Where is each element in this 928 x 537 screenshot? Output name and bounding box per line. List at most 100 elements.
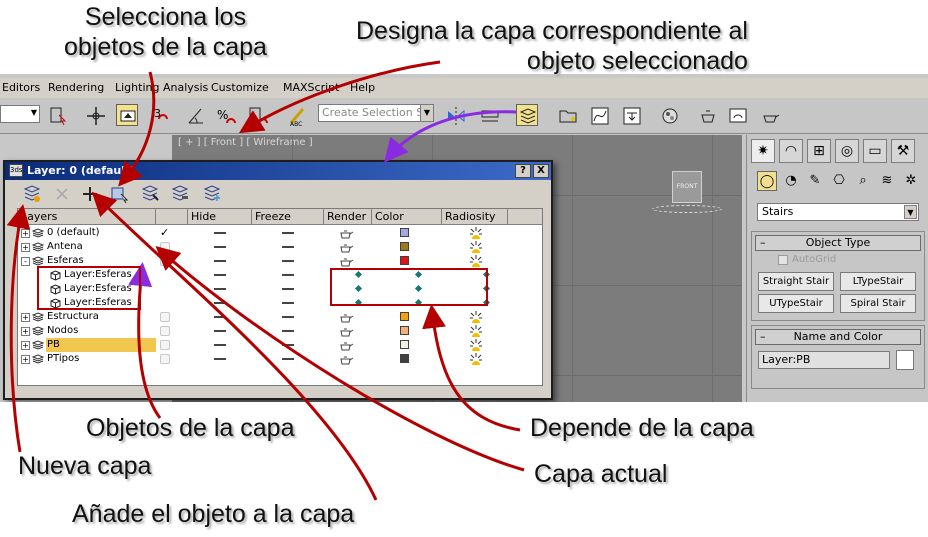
hierarchy-icon[interactable]: ⊞ xyxy=(807,139,831,163)
hide-toggle[interactable] xyxy=(214,232,226,234)
object-color-swatch[interactable] xyxy=(896,350,914,370)
chevron-down-icon[interactable]: ▼ xyxy=(420,105,433,121)
by-layer-dot[interactable] xyxy=(414,284,423,293)
viewcube-ring[interactable] xyxy=(652,205,722,213)
delete-layer-icon[interactable] xyxy=(51,184,73,204)
viewcube[interactable]: FRONT xyxy=(672,171,702,203)
by-layer-dot[interactable] xyxy=(354,270,363,279)
layer-color-swatch[interactable] xyxy=(400,242,409,251)
object-category-dropdown[interactable]: Stairs ▼ xyxy=(757,203,919,221)
layer-color-swatch[interactable] xyxy=(400,312,409,321)
straight-stair-button[interactable]: Straight Stair xyxy=(758,272,834,291)
layer-row-pb[interactable]: + PB xyxy=(18,338,542,352)
current-layer-checkbox[interactable] xyxy=(160,256,170,266)
hide-toggle[interactable] xyxy=(214,344,226,346)
object-name-field[interactable]: Layer:PB xyxy=(758,351,890,369)
col-current[interactable] xyxy=(156,209,188,225)
by-layer-dot[interactable] xyxy=(414,298,423,307)
move-icon[interactable] xyxy=(84,104,106,126)
layer-row-nodos[interactable]: + Nodos xyxy=(18,324,542,338)
col-hide[interactable]: Hide xyxy=(188,209,252,225)
layer-name[interactable]: Esferas xyxy=(46,254,156,268)
chevron-down-icon[interactable]: ▼ xyxy=(904,205,917,219)
name-color-header[interactable]: – Name and Color xyxy=(755,329,921,345)
highlight-layer-icon[interactable] xyxy=(139,184,161,204)
menu-lighting-analysis[interactable]: Lighting Analysis xyxy=(115,81,208,94)
hide-toggle[interactable] xyxy=(214,330,226,332)
layer-name[interactable]: PB xyxy=(46,338,156,352)
menu-help[interactable]: Help xyxy=(350,81,375,94)
layer-name[interactable]: Estructura xyxy=(46,310,156,324)
freeze-toggle[interactable] xyxy=(282,344,294,346)
shapes-icon[interactable]: ◔ xyxy=(781,171,801,191)
menu-maxscript[interactable]: MAXScript xyxy=(283,81,339,94)
help-button[interactable]: ? xyxy=(515,164,531,178)
layer-color-swatch[interactable] xyxy=(400,340,409,349)
open-explorer-icon[interactable] xyxy=(556,104,578,126)
rendered-frame-icon[interactable] xyxy=(726,104,748,126)
layer-color-swatch[interactable] xyxy=(400,326,409,335)
object-type-header[interactable]: – Object Type xyxy=(755,235,921,251)
freeze-toggle[interactable] xyxy=(282,274,294,276)
radiosity-icon[interactable] xyxy=(468,352,484,366)
angle-snap-icon[interactable] xyxy=(184,104,206,126)
layer-row-esferas[interactable]: - Esferas xyxy=(18,254,542,268)
by-layer-dot[interactable] xyxy=(414,270,423,279)
freeze-toggle[interactable] xyxy=(282,232,294,234)
close-button[interactable]: X xyxy=(533,164,549,178)
teapot-icon[interactable] xyxy=(338,311,354,323)
render-setup-icon[interactable] xyxy=(696,104,718,126)
create-icon[interactable]: ✷ xyxy=(751,139,775,163)
object-name[interactable]: Layer:Esferas xyxy=(64,282,132,296)
col-layers[interactable]: Layers xyxy=(18,209,156,225)
hide-toggle[interactable] xyxy=(214,302,226,304)
current-layer-checkbox[interactable] xyxy=(160,340,170,350)
schematic-view-icon[interactable] xyxy=(620,104,642,126)
expand-toggle[interactable]: + xyxy=(21,313,30,322)
layer-row-default[interactable]: + 0 (default) ✓ xyxy=(18,226,542,240)
named-selection-set-input[interactable]: Create Selection Se ▼ xyxy=(318,104,434,122)
snap-toggle-icon[interactable] xyxy=(116,104,138,126)
by-layer-dot[interactable] xyxy=(482,298,491,307)
layer-row-estructura[interactable]: + Estructura xyxy=(18,310,542,324)
edit-named-selection-icon[interactable]: ABC xyxy=(286,104,308,128)
radiosity-icon[interactable] xyxy=(468,240,484,254)
ltype-stair-button[interactable]: LTypeStair xyxy=(840,272,916,291)
percent-snap-icon[interactable]: % xyxy=(214,104,236,126)
teapot-icon[interactable] xyxy=(338,255,354,267)
expand-toggle[interactable]: + xyxy=(21,243,30,252)
object-row[interactable]: Layer:Esferas xyxy=(18,296,542,310)
col-color[interactable]: Color xyxy=(372,209,442,225)
collapse-toggle[interactable]: - xyxy=(21,257,30,266)
mirror-icon[interactable] xyxy=(444,104,466,126)
radiosity-icon[interactable] xyxy=(468,310,484,324)
utilities-icon[interactable]: ⚒ xyxy=(891,139,915,163)
utype-stair-button[interactable]: UTypeStair xyxy=(758,294,834,313)
autogrid-checkbox[interactable] xyxy=(778,255,788,265)
snap-3d-icon[interactable]: 3 xyxy=(150,104,172,126)
layer-name[interactable]: PTipos xyxy=(46,352,156,366)
expand-toggle[interactable]: + xyxy=(21,341,30,350)
select-objects-icon[interactable] xyxy=(109,184,131,204)
teapot-icon[interactable] xyxy=(338,241,354,253)
object-name[interactable]: Layer:Esferas xyxy=(64,268,132,282)
curve-editor-icon[interactable] xyxy=(588,104,610,126)
freeze-toggle[interactable] xyxy=(282,358,294,360)
freeze-toggle[interactable] xyxy=(282,330,294,332)
object-name[interactable]: Layer:Esferas xyxy=(64,296,132,310)
display-icon[interactable]: ▭ xyxy=(863,139,887,163)
new-layer-icon[interactable] xyxy=(21,184,43,204)
layer-name[interactable]: 0 (default) xyxy=(46,226,156,240)
align-icon[interactable] xyxy=(478,104,500,126)
by-layer-dot[interactable] xyxy=(354,298,363,307)
layer-name[interactable]: Nodos xyxy=(46,324,156,338)
expand-toggle[interactable]: + xyxy=(21,327,30,336)
layer-manager-icon[interactable] xyxy=(516,104,538,126)
expand-toggle[interactable]: + xyxy=(21,355,30,364)
freeze-toggle[interactable] xyxy=(282,316,294,318)
object-row[interactable]: Layer:Esferas xyxy=(18,268,542,282)
layer-color-swatch[interactable] xyxy=(400,354,409,363)
hide-toggle[interactable] xyxy=(214,316,226,318)
current-layer-checkbox[interactable] xyxy=(160,354,170,364)
selection-filter-dropdown[interactable] xyxy=(0,105,40,123)
